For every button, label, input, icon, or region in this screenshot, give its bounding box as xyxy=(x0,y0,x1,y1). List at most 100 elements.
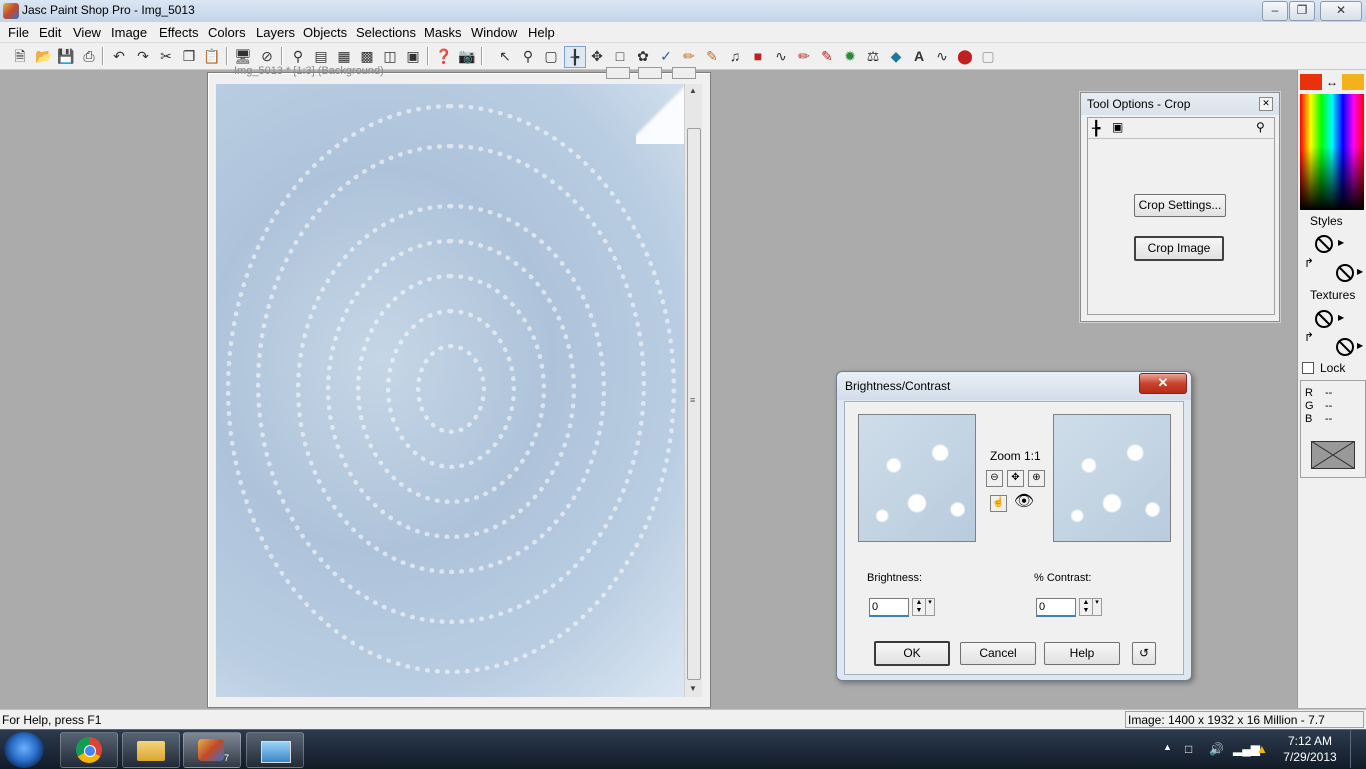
arrow-tool-icon[interactable]: ↖ xyxy=(495,46,515,66)
preview-eye-icon[interactable]: 👁 xyxy=(1008,493,1040,511)
preset-shapes-icon[interactable]: ⬤ xyxy=(955,46,975,66)
menu-file[interactable]: File xyxy=(8,25,29,40)
swap-colors-icon[interactable]: ↔ xyxy=(1324,74,1340,90)
color-replacer-icon[interactable]: ♫ xyxy=(725,46,745,66)
object-selector-icon[interactable]: ▢ xyxy=(978,46,998,66)
save-icon[interactable]: 💾 xyxy=(56,46,76,66)
image-maximize-button[interactable] xyxy=(638,67,662,79)
dropper-tool-icon[interactable]: ✓ xyxy=(656,46,676,66)
zoom-lens-icon[interactable]: ⚲ xyxy=(288,46,308,66)
airbrush-icon[interactable]: ✹ xyxy=(840,46,860,66)
dialog-titlebar[interactable]: Brightness/Contrast ✕ xyxy=(837,372,1191,400)
minimize-button[interactable]: – xyxy=(1262,1,1288,21)
crop-settings-button[interactable]: Crop Settings... xyxy=(1134,194,1226,217)
google-drive-icon[interactable]: ▲ xyxy=(1256,742,1268,756)
background-texture-no-icon[interactable] xyxy=(1336,338,1354,356)
color-spectrum-picker[interactable] xyxy=(1300,94,1364,210)
ok-button[interactable]: OK xyxy=(874,641,950,666)
layer-palette-icon[interactable]: ◫ xyxy=(380,46,400,66)
copy-icon[interactable]: ❐ xyxy=(179,46,199,66)
background-texture-dropdown-icon[interactable]: ▶ xyxy=(1357,341,1363,350)
undo-icon[interactable]: ↶ xyxy=(109,46,129,66)
cut-icon[interactable]: ✂ xyxy=(156,46,176,66)
brightness-input[interactable]: 0 xyxy=(869,598,909,617)
lock-checkbox[interactable] xyxy=(1302,362,1314,374)
image-close-button[interactable] xyxy=(672,67,696,79)
browse-icon[interactable]: 🖥 xyxy=(233,46,253,66)
foreground-swatch[interactable] xyxy=(1300,74,1322,90)
menu-objects[interactable]: Objects xyxy=(303,25,347,40)
image-minimize-button[interactable] xyxy=(606,67,630,79)
scrollbar-thumb[interactable]: ≡ xyxy=(687,128,701,680)
flood-fill-icon[interactable]: ⚖ xyxy=(863,46,883,66)
crop-image-button[interactable]: Crop Image xyxy=(1134,236,1224,261)
help-pointer-icon[interactable]: ❓ xyxy=(434,46,454,66)
background-style-dropdown-icon[interactable]: ▶ xyxy=(1357,267,1363,276)
zoom-out-icon[interactable]: ⊖ xyxy=(986,470,1003,487)
crop-tool-icon[interactable]: ╊ xyxy=(564,46,586,68)
device-tray-icon[interactable]: □ xyxy=(1185,742,1192,756)
dialog-close-icon[interactable]: ✕ xyxy=(1139,373,1187,394)
texture-dropdown-icon[interactable]: ▶ xyxy=(1338,313,1344,322)
maximize-button[interactable]: ❐ xyxy=(1289,1,1315,21)
contrast-dropdown-icon[interactable]: ▾ xyxy=(1092,598,1102,616)
pointer-hand-icon[interactable]: ☝ xyxy=(990,495,1007,512)
brightness-dropdown-icon[interactable]: ▾ xyxy=(925,598,935,616)
foreground-texture-no-icon[interactable] xyxy=(1315,310,1333,328)
eraser-icon[interactable]: ✏ xyxy=(794,46,814,66)
system-clock[interactable]: 7:12 AM 7/29/2013 xyxy=(1278,733,1342,765)
redo-icon[interactable]: ↷ xyxy=(133,46,153,66)
swap-textures-icon[interactable]: ↱ xyxy=(1304,330,1314,344)
swap-styles-icon[interactable]: ↱ xyxy=(1304,256,1314,270)
mover-tool-icon[interactable]: ✥ xyxy=(587,46,607,66)
zoom-tool-icon[interactable]: ⚲ xyxy=(518,46,538,66)
open-folder-icon[interactable]: 📂 xyxy=(34,46,54,66)
paste-icon[interactable]: 📋 xyxy=(202,46,222,66)
menu-edit[interactable]: Edit xyxy=(39,25,61,40)
text-tool-icon[interactable]: A xyxy=(909,46,929,66)
cancel-circle-icon[interactable]: ⊘ xyxy=(257,46,277,66)
zoom-in-icon[interactable]: ⊕ xyxy=(1028,470,1045,487)
close-app-button[interactable]: ✕ xyxy=(1320,1,1362,21)
menu-selections[interactable]: Selections xyxy=(356,25,416,40)
deform-tool-icon[interactable]: ▢ xyxy=(541,46,561,66)
scroll-up-arrow-icon[interactable]: ▲ xyxy=(689,86,697,95)
color-palette-icon[interactable]: ▦ xyxy=(334,46,354,66)
volume-icon[interactable]: 🔊 xyxy=(1209,742,1224,756)
scroll-down-arrow-icon[interactable]: ▼ xyxy=(689,684,697,693)
windows-start-button[interactable] xyxy=(4,732,44,768)
background-swatch[interactable] xyxy=(1342,74,1364,90)
tool-options-titlebar[interactable]: Tool Options - Crop ✕ xyxy=(1081,93,1279,115)
toolbar-palette-icon[interactable]: ▤ xyxy=(311,46,331,66)
taskbar-paint-shop-pro[interactable]: 7 xyxy=(183,732,241,768)
pan-move-icon[interactable]: ✥ xyxy=(1007,470,1024,487)
taskbar-explorer[interactable] xyxy=(122,732,180,768)
image-vertical-scrollbar[interactable]: ▲ ≡ ▼ xyxy=(684,84,702,697)
fill-bucket-icon[interactable]: ◆ xyxy=(886,46,906,66)
reset-icon[interactable]: ↺ xyxy=(1132,642,1156,665)
print-icon[interactable]: ⎙ xyxy=(79,46,99,66)
auto-proof-icon[interactable]: ⚲ xyxy=(1256,120,1265,134)
cancel-button[interactable]: Cancel xyxy=(960,642,1036,665)
picture-tube-icon[interactable]: ✎ xyxy=(817,46,837,66)
after-preview[interactable] xyxy=(1053,414,1171,542)
menu-layers[interactable]: Layers xyxy=(256,25,295,40)
camera-icon[interactable]: 📷 xyxy=(457,46,477,66)
contrast-input[interactable]: 0 xyxy=(1036,598,1076,617)
histogram-icon[interactable]: ▩ xyxy=(357,46,377,66)
menu-masks[interactable]: Masks xyxy=(424,25,462,40)
menu-colors[interactable]: Colors xyxy=(208,25,246,40)
new-file-icon[interactable]: 🗎 xyxy=(10,46,30,66)
tool-options-close-icon[interactable]: ✕ xyxy=(1259,97,1273,111)
foreground-style-no-icon[interactable] xyxy=(1315,235,1333,253)
show-desktop-button[interactable] xyxy=(1350,730,1366,768)
overview-window-icon[interactable]: ▣ xyxy=(403,46,423,66)
selection-tool-icon[interactable]: □ xyxy=(610,46,630,66)
contrast-spinner-icon[interactable]: ▲ ▼ xyxy=(1079,598,1093,616)
menu-image[interactable]: Image xyxy=(111,25,147,40)
before-preview[interactable] xyxy=(858,414,976,542)
menu-window[interactable]: Window xyxy=(471,25,517,40)
image-canvas[interactable] xyxy=(216,84,684,697)
freehand-tool-icon[interactable]: ✿ xyxy=(633,46,653,66)
taskbar-photo-viewer[interactable] xyxy=(246,732,304,768)
